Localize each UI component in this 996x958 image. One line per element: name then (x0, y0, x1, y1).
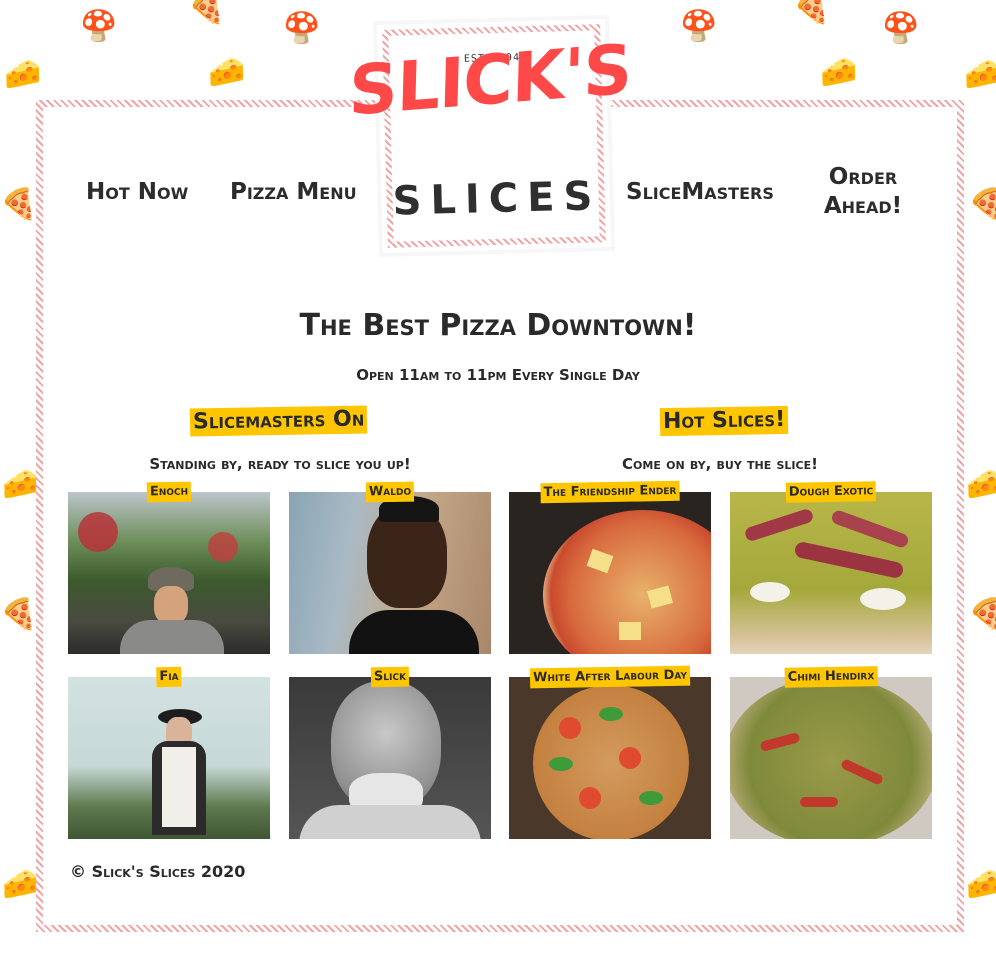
cheese-doodle-icon: 🧀 (2, 468, 40, 501)
slicemaster-name: Waldo (365, 481, 415, 503)
cheese-doodle-icon: 🧀 (2, 868, 40, 901)
pizza-doodle-icon: 🍕 (793, 0, 831, 25)
cheese-doodle-icon: 🧀 (820, 56, 858, 89)
copyright-text: Slick's Slices 2020 (91, 862, 246, 881)
pizza-photo (509, 492, 711, 654)
footer-copyright: © Slick's Slices 2020 (70, 862, 245, 881)
logo[interactable]: EST 1994 SLICES SLICK'S (348, 19, 632, 253)
cheese-doodle-icon: 🧀 (966, 468, 996, 501)
pizza-doodle-icon: 🍕 (0, 188, 38, 221)
pizza-doodle-icon: 🍕 (188, 0, 226, 25)
slicemaster-photo (68, 677, 270, 839)
mushroom-doodle-icon: 🍄 (80, 10, 118, 43)
pizza-photo (730, 677, 932, 839)
slicemasters-subtitle: Standing by, ready to slice you up! (149, 455, 411, 473)
slicemaster-photo (68, 492, 270, 654)
cheese-doodle-icon: 🧀 (208, 56, 246, 89)
nav-hot-now[interactable]: Hot Now (86, 178, 188, 207)
mushroom-doodle-icon: 🍄 (283, 12, 321, 45)
pizza-card-white-after-labour-day[interactable]: White After Labour Day (509, 665, 711, 839)
slicemaster-photo (289, 677, 491, 839)
nav-pizza-menu[interactable]: Pizza Menu (230, 178, 357, 207)
pizza-card-friendship-ender[interactable]: The Friendship Ender (509, 480, 711, 654)
pizza-name: The Friendship Ender (540, 480, 680, 504)
logo-sub: SLICES (392, 173, 602, 225)
mushroom-doodle-icon: 🍄 (882, 12, 920, 45)
slicemaster-photo (289, 492, 491, 654)
pizza-doodle-icon: 🍕 (968, 188, 996, 221)
pizza-doodle-icon: 🍕 (0, 598, 38, 631)
nav-order-ahead[interactable]: Order Ahead! (820, 163, 906, 221)
slicemaster-name: Fia (156, 666, 182, 688)
pizza-card-chimi-hendirx[interactable]: Chimi Hendirx (730, 666, 932, 839)
pizza-photo (730, 492, 932, 654)
slicemaster-name: Slick (370, 666, 410, 688)
slicemaster-name: Enoch (146, 481, 192, 503)
pizza-name: Chimi Hendirx (784, 666, 878, 688)
pizza-card-dough-exotic[interactable]: Dough Exotic (730, 481, 932, 654)
slicemaster-card-fia[interactable]: Fia (68, 666, 270, 839)
pizza-name: White After Labour Day (529, 665, 691, 689)
cheese-doodle-icon: 🧀 (966, 868, 996, 901)
slicemasters-title: Slicemasters On (189, 405, 368, 437)
pizza-doodle-icon: 🍕 (968, 598, 996, 631)
pizza-name: Dough Exotic (785, 481, 877, 503)
opening-hours: Open 11am to 11pm Every Single Day (356, 366, 640, 384)
nav-slicemasters[interactable]: SliceMasters (626, 178, 774, 207)
copyright-symbol: © (70, 862, 86, 881)
slicemaster-card-slick[interactable]: Slick (289, 666, 491, 839)
pizza-photo (509, 677, 711, 839)
logo-name: SLICK'S (347, 30, 633, 132)
page-title: The Best Pizza Downtown! (299, 308, 697, 343)
slicemaster-card-waldo[interactable]: Waldo (289, 481, 491, 654)
mushroom-doodle-icon: 🍄 (680, 10, 718, 43)
cheese-doodle-icon: 🧀 (4, 58, 42, 91)
hot-slices-subtitle: Come on by, buy the slice! (622, 455, 818, 473)
hot-slices-title: Hot Slices! (659, 405, 789, 437)
cheese-doodle-icon: 🧀 (964, 58, 996, 91)
slicemaster-card-enoch[interactable]: Enoch (68, 481, 270, 654)
